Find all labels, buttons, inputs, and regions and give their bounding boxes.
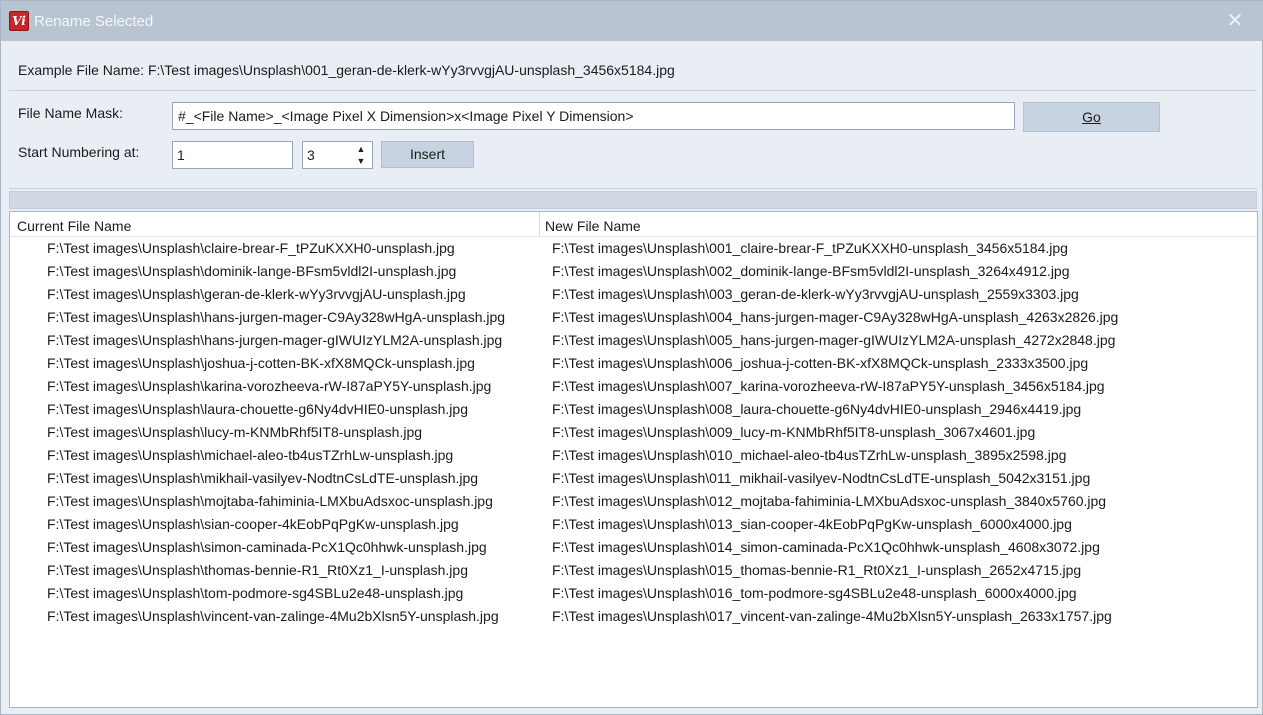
- spin-up-icon[interactable]: ▲: [355, 143, 367, 155]
- list-item[interactable]: F:\Test images\Unsplash\joshua-j-cotten-…: [10, 353, 1257, 376]
- current-file-name: F:\Test images\Unsplash\simon-caminada-P…: [47, 539, 487, 555]
- example-value: F:\Test images\Unsplash\001_geran-de-kle…: [147, 62, 675, 78]
- list-item[interactable]: F:\Test images\Unsplash\hans-jurgen-mage…: [10, 307, 1257, 330]
- list-item[interactable]: F:\Test images\Unsplash\hans-jurgen-mage…: [10, 330, 1257, 353]
- current-file-name: F:\Test images\Unsplash\laura-chouette-g…: [47, 401, 468, 417]
- current-file-name: F:\Test images\Unsplash\sian-cooper-4kEo…: [47, 516, 459, 532]
- current-file-name: F:\Test images\Unsplash\mikhail-vasilyev…: [47, 470, 479, 486]
- column-header-current[interactable]: Current File Name: [17, 218, 131, 234]
- file-name-mask-input[interactable]: #_<File Name>_<Image Pixel X Dimension>x…: [172, 102, 1015, 130]
- list-item[interactable]: F:\Test images\Unsplash\vincent-van-zali…: [10, 606, 1257, 629]
- list-item[interactable]: F:\Test images\Unsplash\claire-brear-F_t…: [10, 238, 1257, 261]
- window-title: Rename Selected: [34, 13, 154, 30]
- title-bar: Vi Rename Selected ✕: [1, 1, 1263, 41]
- new-file-name: F:\Test images\Unsplash\007_karina-voroz…: [552, 378, 1105, 394]
- file-name-mask-label: File Name Mask:: [18, 105, 124, 121]
- list-header: Current File Name New File Name: [10, 212, 1257, 237]
- new-file-name: F:\Test images\Unsplash\005_hans-jurgen-…: [552, 332, 1116, 348]
- example-label: Example File Name:: [18, 62, 145, 78]
- example-file-name: Example File Name: F:\Test images\Unspla…: [18, 62, 675, 78]
- current-file-name: F:\Test images\Unsplash\claire-brear-F_t…: [47, 240, 455, 256]
- digits-stepper[interactable]: 3 ▲ ▼: [302, 141, 373, 169]
- current-file-name: F:\Test images\Unsplash\michael-aleo-tb4…: [47, 447, 454, 463]
- file-list: Current File Name New File Name F:\Test …: [9, 211, 1258, 708]
- list-item[interactable]: F:\Test images\Unsplash\mojtaba-fahimini…: [10, 491, 1257, 514]
- new-file-name: F:\Test images\Unsplash\006_joshua-j-cot…: [552, 355, 1089, 371]
- spin-down-icon[interactable]: ▼: [355, 155, 367, 167]
- insert-button[interactable]: Insert: [381, 141, 474, 168]
- app-logo-icon: Vi: [9, 11, 29, 31]
- list-item[interactable]: F:\Test images\Unsplash\karina-vorozheev…: [10, 376, 1257, 399]
- list-item[interactable]: F:\Test images\Unsplash\thomas-bennie-R1…: [10, 560, 1257, 583]
- current-file-name: F:\Test images\Unsplash\thomas-bennie-R1…: [47, 562, 468, 578]
- example-panel: Example File Name: F:\Test images\Unspla…: [9, 43, 1257, 91]
- list-item[interactable]: F:\Test images\Unsplash\laura-chouette-g…: [10, 399, 1257, 422]
- start-numbering-label: Start Numbering at:: [18, 144, 140, 160]
- new-file-name: F:\Test images\Unsplash\012_mojtaba-fahi…: [552, 493, 1107, 509]
- current-file-name: F:\Test images\Unsplash\geran-de-klerk-w…: [47, 286, 466, 302]
- column-divider[interactable]: [539, 212, 540, 237]
- new-file-name: F:\Test images\Unsplash\013_sian-cooper-…: [552, 516, 1072, 532]
- new-file-name: F:\Test images\Unsplash\002_dominik-lang…: [552, 263, 1070, 279]
- new-file-name: F:\Test images\Unsplash\009_lucy-m-KNMbR…: [552, 424, 1036, 440]
- list-item[interactable]: F:\Test images\Unsplash\sian-cooper-4kEo…: [10, 514, 1257, 537]
- mask-panel: File Name Mask: #_<File Name>_<Image Pix…: [9, 93, 1257, 189]
- list-item[interactable]: F:\Test images\Unsplash\simon-caminada-P…: [10, 537, 1257, 560]
- new-file-name: F:\Test images\Unsplash\003_geran-de-kle…: [552, 286, 1079, 302]
- current-file-name: F:\Test images\Unsplash\dominik-lange-BF…: [47, 263, 457, 279]
- new-file-name: F:\Test images\Unsplash\014_simon-camina…: [552, 539, 1100, 555]
- list-rows: F:\Test images\Unsplash\claire-brear-F_t…: [10, 238, 1257, 629]
- new-file-name: F:\Test images\Unsplash\004_hans-jurgen-…: [552, 309, 1119, 325]
- list-item[interactable]: F:\Test images\Unsplash\dominik-lange-BF…: [10, 261, 1257, 284]
- progress-bar: [9, 191, 1257, 209]
- start-number-input[interactable]: 1: [172, 141, 293, 169]
- list-item[interactable]: F:\Test images\Unsplash\michael-aleo-tb4…: [10, 445, 1257, 468]
- current-file-name: F:\Test images\Unsplash\joshua-j-cotten-…: [47, 355, 475, 371]
- current-file-name: F:\Test images\Unsplash\hans-jurgen-mage…: [47, 309, 506, 325]
- current-file-name: F:\Test images\Unsplash\karina-vorozheev…: [47, 378, 492, 394]
- list-item[interactable]: F:\Test images\Unsplash\tom-podmore-sg4S…: [10, 583, 1257, 606]
- close-icon[interactable]: ✕: [1224, 10, 1246, 32]
- new-file-name: F:\Test images\Unsplash\001_claire-brear…: [552, 240, 1068, 256]
- list-item[interactable]: F:\Test images\Unsplash\lucy-m-KNMbRhf5I…: [10, 422, 1257, 445]
- new-file-name: F:\Test images\Unsplash\017_vincent-van-…: [552, 608, 1112, 624]
- new-file-name: F:\Test images\Unsplash\008_laura-chouet…: [552, 401, 1082, 417]
- current-file-name: F:\Test images\Unsplash\tom-podmore-sg4S…: [47, 585, 464, 601]
- current-file-name: F:\Test images\Unsplash\hans-jurgen-mage…: [47, 332, 503, 348]
- rename-selected-dialog: Vi Rename Selected ✕ Example File Name: …: [0, 0, 1263, 715]
- new-file-name: F:\Test images\Unsplash\011_mikhail-vasi…: [552, 470, 1091, 486]
- current-file-name: F:\Test images\Unsplash\lucy-m-KNMbRhf5I…: [47, 424, 423, 440]
- go-button[interactable]: Go: [1023, 102, 1160, 132]
- new-file-name: F:\Test images\Unsplash\015_thomas-benni…: [552, 562, 1082, 578]
- new-file-name: F:\Test images\Unsplash\010_michael-aleo…: [552, 447, 1067, 463]
- column-header-new[interactable]: New File Name: [545, 218, 641, 234]
- current-file-name: F:\Test images\Unsplash\vincent-van-zali…: [47, 608, 499, 624]
- digits-value: 3: [307, 147, 315, 163]
- new-file-name: F:\Test images\Unsplash\016_tom-podmore-…: [552, 585, 1077, 601]
- list-item[interactable]: F:\Test images\Unsplash\geran-de-klerk-w…: [10, 284, 1257, 307]
- current-file-name: F:\Test images\Unsplash\mojtaba-fahimini…: [47, 493, 493, 509]
- list-item[interactable]: F:\Test images\Unsplash\mikhail-vasilyev…: [10, 468, 1257, 491]
